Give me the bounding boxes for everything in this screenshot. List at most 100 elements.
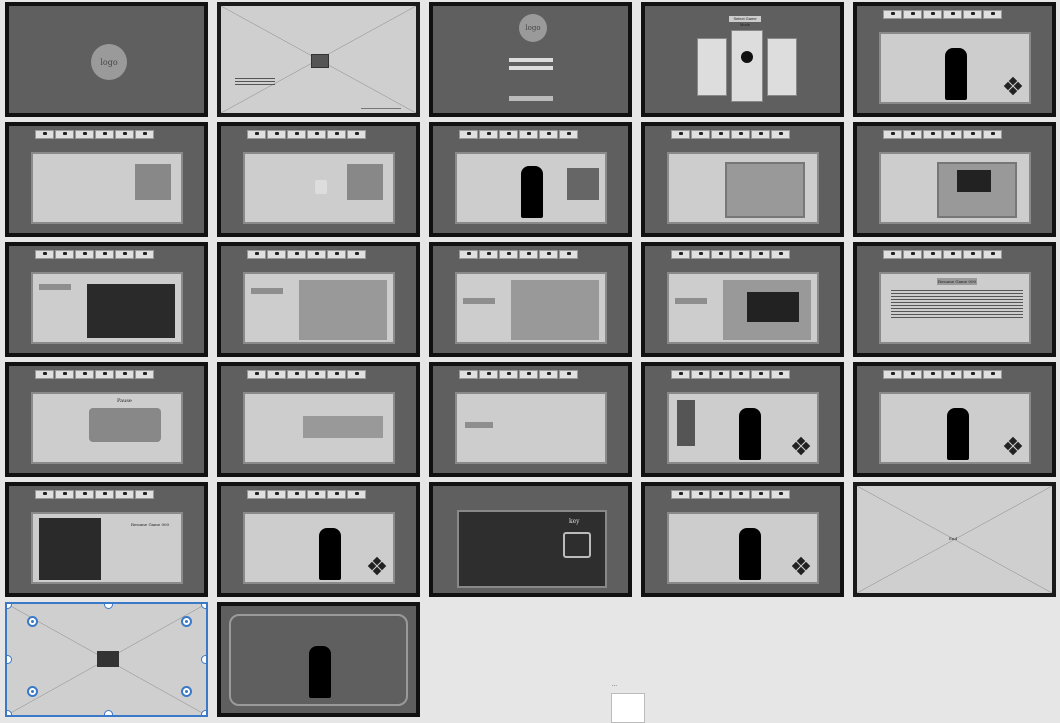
item-icon[interactable] (75, 490, 94, 499)
settings-icon[interactable] (771, 490, 790, 499)
pet-icon[interactable] (459, 130, 478, 139)
multiplayer-icon[interactable] (539, 370, 558, 379)
settings-icon[interactable] (135, 250, 154, 259)
category-selected[interactable] (39, 284, 71, 290)
board-gameplay-4[interactable] (641, 482, 844, 597)
settings-icon[interactable] (347, 130, 366, 139)
multiplayer-icon[interactable] (751, 250, 770, 259)
pet-icon[interactable] (35, 130, 54, 139)
settings-icon[interactable] (559, 370, 578, 379)
resize-handle[interactable] (104, 710, 113, 715)
board-mobile[interactable] (217, 602, 420, 717)
resize-handle[interactable] (201, 604, 206, 609)
settings-icon[interactable] (559, 250, 578, 259)
character-icon[interactable] (55, 130, 74, 139)
board-login[interactable]: logo (429, 2, 632, 117)
settings-icon[interactable] (983, 130, 1002, 139)
item-icon[interactable] (711, 130, 730, 139)
multiplayer-icon[interactable] (327, 370, 346, 379)
play-icon[interactable] (307, 490, 326, 499)
category-selected[interactable] (251, 288, 283, 294)
character-icon[interactable] (267, 130, 286, 139)
dpad-icon[interactable] (367, 556, 387, 576)
character-icon[interactable] (267, 490, 286, 499)
pet-icon[interactable] (459, 250, 478, 259)
item-icon[interactable] (711, 250, 730, 259)
multiplayer-icon[interactable] (963, 130, 982, 139)
list-box[interactable] (511, 280, 599, 340)
item-icon[interactable] (499, 370, 518, 379)
character-icon[interactable] (691, 370, 710, 379)
play-icon[interactable] (943, 10, 962, 19)
board-inventory-popup[interactable] (853, 122, 1056, 237)
list-box[interactable] (299, 280, 387, 340)
item-icon[interactable] (75, 250, 94, 259)
settings-icon[interactable] (983, 10, 1002, 19)
item-icon[interactable] (499, 130, 518, 139)
board-gameplay-3[interactable] (217, 482, 420, 597)
pet-icon[interactable] (35, 250, 54, 259)
item-popup[interactable] (957, 170, 991, 192)
game-viewport[interactable] (879, 392, 1031, 464)
connection-handle[interactable] (27, 686, 38, 697)
board-select-game-mode[interactable]: Select Game Mode (641, 2, 844, 117)
settings-icon[interactable] (347, 490, 366, 499)
multiplayer-icon[interactable] (963, 370, 982, 379)
dpad-icon[interactable] (1003, 76, 1023, 96)
settings-icon[interactable] (771, 250, 790, 259)
multiplayer-icon[interactable] (115, 490, 134, 499)
new-board-placeholder[interactable] (611, 693, 645, 723)
play-icon[interactable] (519, 130, 538, 139)
settings-icon[interactable] (135, 490, 154, 499)
multiplayer-icon[interactable] (327, 490, 346, 499)
mode-card-center[interactable] (731, 30, 763, 102)
settings-icon[interactable] (983, 250, 1002, 259)
resize-handle[interactable] (201, 655, 206, 664)
pet-icon[interactable] (883, 10, 902, 19)
settings-icon[interactable] (135, 130, 154, 139)
settings-icon[interactable] (983, 370, 1002, 379)
character-icon[interactable] (903, 130, 922, 139)
play-icon[interactable] (307, 250, 326, 259)
multiplayer-icon[interactable] (751, 490, 770, 499)
board-select-character[interactable] (429, 122, 632, 237)
detail-popup[interactable] (747, 292, 799, 322)
side-menu[interactable] (677, 400, 695, 446)
category-selected[interactable] (675, 298, 707, 304)
board-gameplay[interactable] (853, 2, 1056, 117)
pet-icon[interactable] (883, 250, 902, 259)
pet-icon[interactable] (459, 370, 478, 379)
item-icon[interactable] (923, 130, 942, 139)
pet-icon[interactable] (671, 370, 690, 379)
board-video-selected[interactable] (5, 602, 208, 717)
item-card[interactable] (87, 284, 175, 338)
character-icon[interactable] (691, 130, 710, 139)
character-icon[interactable] (55, 490, 74, 499)
play-icon[interactable] (943, 250, 962, 259)
pet-icon[interactable] (671, 130, 690, 139)
pet-icon[interactable] (247, 490, 266, 499)
login-button[interactable] (509, 96, 553, 101)
board-story-locked[interactable] (217, 122, 420, 237)
multiplayer-icon[interactable] (327, 250, 346, 259)
dpad-icon[interactable] (1003, 436, 1023, 456)
board-gameplay-menu[interactable] (641, 362, 844, 477)
board-resume-text[interactable]: Resume Game 000 (853, 242, 1056, 357)
inventory-grid[interactable] (725, 162, 805, 218)
pet-icon[interactable] (247, 130, 266, 139)
game-viewport[interactable] (879, 32, 1031, 104)
connection-handle[interactable] (181, 686, 192, 697)
item-icon[interactable] (499, 250, 518, 259)
settings-selected[interactable] (465, 422, 493, 428)
pet-icon[interactable] (247, 250, 266, 259)
item-icon[interactable] (923, 250, 942, 259)
settings-icon[interactable] (771, 130, 790, 139)
multiplayer-icon[interactable] (963, 250, 982, 259)
character-icon[interactable] (55, 370, 74, 379)
character-icon[interactable] (691, 490, 710, 499)
board-settings[interactable] (429, 362, 632, 477)
mode-card-right[interactable] (767, 38, 797, 96)
settings-icon[interactable] (771, 370, 790, 379)
resize-handle[interactable] (201, 710, 206, 715)
play-icon[interactable] (307, 370, 326, 379)
